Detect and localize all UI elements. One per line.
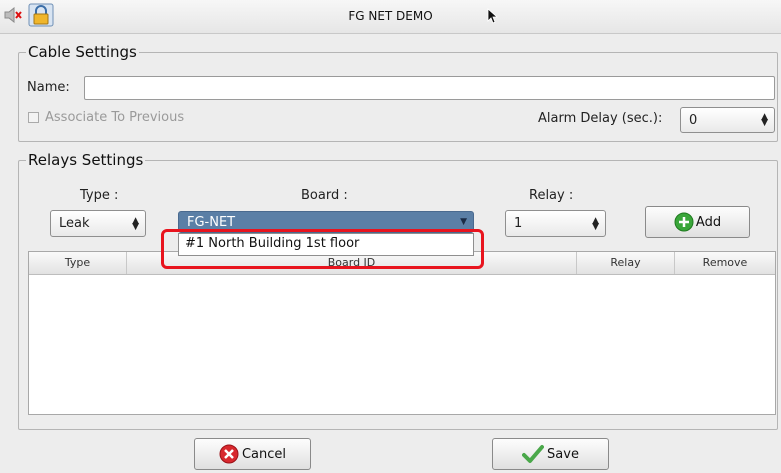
cancel-button[interactable]: Cancel (194, 438, 311, 470)
type-value: Leak (59, 216, 90, 231)
spinner-arrows-icon: ▲ ▼ (761, 112, 768, 128)
board-label: Board : (301, 188, 348, 203)
alarm-delay-label: Alarm Delay (sec.): (538, 111, 663, 126)
save-label: Save (547, 446, 579, 462)
plus-circle-icon (674, 212, 694, 232)
relays-settings-legend: Relays Settings (26, 151, 146, 169)
cursor-arrow-icon (487, 8, 499, 28)
add-label: Add (695, 214, 722, 230)
add-button[interactable]: Add (645, 206, 750, 238)
checkmark-icon (522, 444, 545, 464)
alarm-delay-select[interactable]: 0 ▲ ▼ (680, 107, 775, 133)
board-value: FG-NET (187, 214, 236, 230)
name-field[interactable] (84, 76, 775, 100)
relays-table: Type Board ID Relay Remove (28, 251, 776, 415)
column-header-remove[interactable]: Remove (675, 252, 775, 274)
dropdown-arrow-icon: ▼ (460, 217, 467, 227)
relay-select[interactable]: 1 ▲ ▼ (505, 210, 606, 237)
save-button[interactable]: Save (492, 438, 609, 470)
type-label: Type : (80, 188, 119, 203)
associate-label: Associate To Previous (45, 110, 185, 125)
name-label: Name: (27, 80, 70, 95)
window-title: FG NET DEMO (348, 9, 433, 23)
column-header-type[interactable]: Type (29, 252, 127, 274)
cancel-label: Cancel (241, 446, 287, 462)
cable-settings-legend: Cable Settings (26, 43, 139, 61)
spinner-arrows-icon: ▲ ▼ (132, 215, 139, 232)
x-circle-icon (219, 444, 239, 464)
relay-label: Relay : (529, 188, 574, 203)
spinner-arrows-icon: ▲ ▼ (592, 215, 599, 232)
relay-value: 1 (514, 216, 523, 231)
type-select[interactable]: Leak ▲ ▼ (50, 210, 146, 237)
column-header-relay[interactable]: Relay (577, 252, 675, 274)
highlight-box (161, 229, 484, 269)
associate-checkbox[interactable] (28, 112, 39, 123)
alarm-delay-value: 0 (689, 112, 698, 128)
